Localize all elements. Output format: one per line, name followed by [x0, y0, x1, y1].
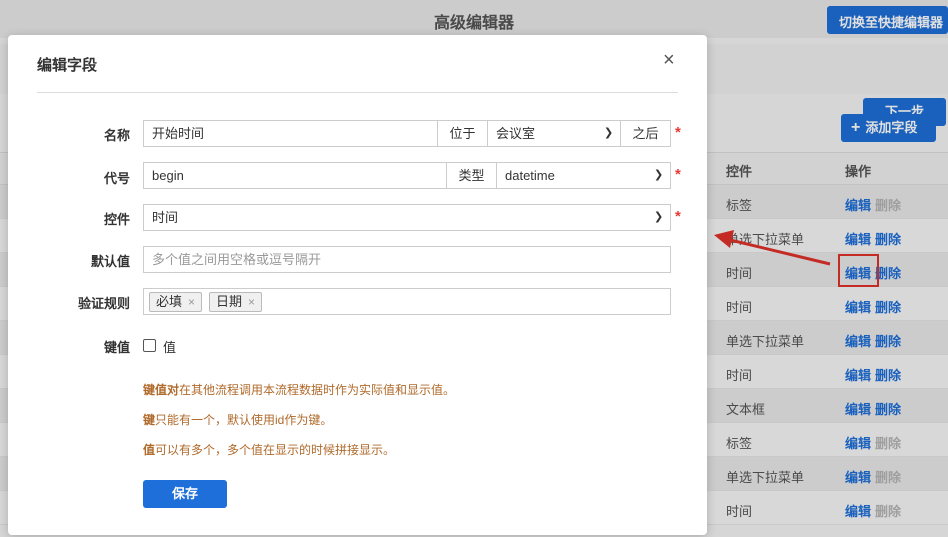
validation-tags-input[interactable]: 必填 × 日期 ×: [143, 288, 671, 315]
required-mark: *: [675, 208, 681, 225]
code-field-group: begin 类型 datetime ❯: [143, 162, 671, 189]
tag-required: 必填 ×: [149, 292, 203, 312]
tag-required-label: 必填: [156, 294, 183, 309]
control-select-value: 时间: [152, 210, 179, 225]
validation-label: 验证规则: [77, 296, 130, 311]
chevron-down-icon: ❯: [654, 169, 664, 181]
after-label: 之后: [620, 121, 670, 146]
tag-date: 日期 ×: [209, 292, 263, 312]
note-text: 只能有一个，默认使用id作为键。: [155, 413, 333, 427]
name-field-group: 开始时间 位于 会议室 ❯ 之后: [143, 120, 671, 147]
note-key: 键只能有一个，默认使用id作为键。: [143, 411, 332, 428]
note-value: 值可以有多个，多个值在显示的时候拼接显示。: [143, 441, 395, 458]
position-select[interactable]: 会议室: [488, 121, 620, 146]
value-checkbox-label: 值: [163, 340, 177, 355]
note-bold: 值: [143, 443, 156, 457]
control-select[interactable]: 时间 ❯: [143, 204, 671, 231]
key-value-label: 键值: [103, 340, 130, 355]
edit-field-dialog: 编辑字段 × 名称 开始时间 位于 会议室 ❯ 之后 * 代号 begin 类型…: [8, 35, 707, 535]
name-input[interactable]: 开始时间: [144, 121, 437, 146]
save-button[interactable]: 保存: [143, 480, 227, 508]
required-mark: *: [675, 124, 681, 141]
default-value-label: 默认值: [90, 254, 130, 269]
required-mark: *: [675, 166, 681, 183]
note-text: 在其他流程调用本流程数据时作为实际值和显示值。: [179, 383, 456, 397]
note-key-value-pair: 键值对在其他流程调用本流程数据时作为实际值和显示值。: [143, 381, 455, 398]
note-bold: 键值对: [143, 383, 180, 397]
note-text: 可以有多个，多个值在显示的时候拼接显示。: [155, 443, 396, 457]
tag-remove-icon[interactable]: ×: [188, 295, 195, 309]
chevron-down-icon: ❯: [604, 127, 614, 139]
type-select[interactable]: datetime: [497, 163, 670, 188]
name-label: 名称: [103, 128, 130, 143]
control-label: 控件: [103, 212, 130, 227]
note-bold: 键: [143, 413, 156, 427]
dialog-divider: [37, 92, 678, 93]
chevron-down-icon: ❯: [654, 211, 664, 223]
default-value-input[interactable]: 多个值之间用空格或逗号隔开: [143, 246, 671, 273]
default-value-placeholder: 多个值之间用空格或逗号隔开: [152, 252, 322, 267]
position-select-value: 会议室: [496, 126, 536, 141]
code-label: 代号: [103, 171, 130, 186]
close-icon[interactable]: ×: [663, 49, 675, 72]
code-input[interactable]: begin: [144, 163, 446, 188]
tag-remove-icon[interactable]: ×: [248, 295, 255, 309]
type-label: 类型: [446, 163, 497, 188]
type-select-value: datetime: [505, 168, 555, 183]
value-checkbox[interactable]: [143, 339, 156, 352]
dialog-title: 编辑字段: [37, 57, 98, 74]
position-label: 位于: [437, 121, 488, 146]
tag-date-label: 日期: [216, 294, 243, 309]
